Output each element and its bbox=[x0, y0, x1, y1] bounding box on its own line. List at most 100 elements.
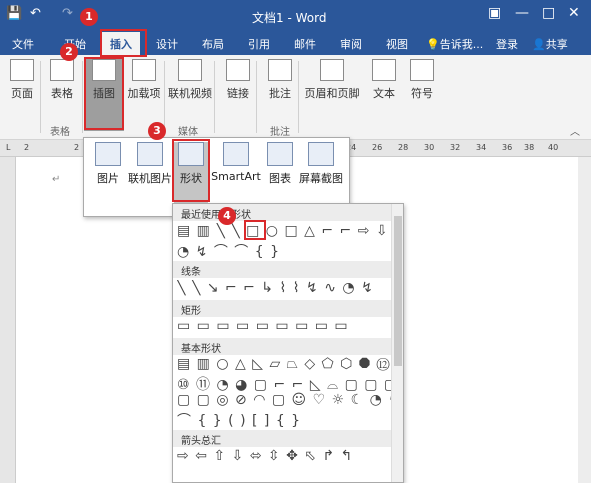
user-icon: 👤 bbox=[532, 38, 546, 51]
comment-button[interactable]: 批注 bbox=[260, 59, 300, 101]
share-button[interactable]: 👤共享 bbox=[532, 36, 568, 52]
section-basic-shapes: 基本形状 bbox=[173, 338, 393, 355]
pictures-button[interactable]: 图片 bbox=[90, 142, 126, 186]
arrows-row[interactable]: ⇨ ⇦ ⇧ ⇩ ⬄ ⇳ ✥ ⬁ ↱ ↰ bbox=[177, 448, 391, 466]
link-label: 链接 bbox=[227, 87, 249, 100]
link-button[interactable]: 链接 bbox=[218, 59, 258, 101]
smartart-button[interactable]: SmartArt bbox=[210, 142, 262, 183]
highlight-box-insert-tab bbox=[100, 29, 147, 57]
highlight-box-shapes bbox=[172, 139, 210, 202]
video-icon bbox=[178, 59, 202, 81]
tab-layout[interactable]: 布局 bbox=[202, 36, 224, 52]
basic-shapes-row[interactable]: ▢ ▢ ◎ ⊘ ◠ ▢ ☺ ♡ ☼ ☾ ◔ ↯ bbox=[177, 392, 391, 410]
ruler-tick: 36 bbox=[502, 143, 513, 152]
link-icon bbox=[226, 59, 250, 81]
share-label: 共享 bbox=[545, 38, 568, 51]
picture-icon bbox=[95, 142, 121, 166]
gallery-scrollbar[interactable] bbox=[391, 204, 403, 482]
redo-button[interactable]: ↷ bbox=[62, 6, 73, 21]
basic-shapes-row[interactable]: ▤ ▥ ○ △ ◺ ▱ ⏢ ◇ ⬠ ⬡ ⯃ ⑫ bbox=[177, 356, 391, 374]
save-icon[interactable]: 💾 bbox=[6, 6, 22, 21]
text-button[interactable]: 文本 bbox=[364, 59, 404, 101]
step-badge-4: 4 bbox=[218, 207, 236, 225]
online-pictures-label: 联机图片 bbox=[128, 172, 172, 185]
tab-stop-icon[interactable]: L bbox=[6, 143, 10, 152]
basic-shapes-row[interactable]: ⑩ ⑪ ◔ ◕ ▢ ⌐ ⌐ ◺ ⌓ ▢ ▢ ▢ bbox=[177, 374, 391, 392]
tab-review[interactable]: 审阅 bbox=[340, 36, 362, 52]
vertical-ruler bbox=[0, 157, 16, 483]
group-divider bbox=[40, 61, 41, 133]
pages-button[interactable]: 页面 bbox=[2, 59, 42, 101]
section-rectangles: 矩形 bbox=[173, 300, 393, 317]
group-label-comment: 批注 bbox=[270, 127, 290, 138]
group-label-media: 媒体 bbox=[178, 127, 198, 138]
addins-button[interactable]: 加载项 bbox=[124, 59, 164, 101]
tab-view[interactable]: 视图 bbox=[386, 36, 408, 52]
online-video-button[interactable]: 联机视频 bbox=[168, 59, 212, 101]
tell-me-box[interactable]: 💡告诉我... bbox=[426, 36, 483, 52]
online-pictures-button[interactable]: 联机图片 bbox=[126, 142, 174, 186]
table-label: 表格 bbox=[51, 87, 73, 100]
chart-button[interactable]: 图表 bbox=[264, 142, 296, 186]
login-link[interactable]: 登录 bbox=[496, 36, 518, 52]
section-block-arrows: 箭头总汇 bbox=[173, 430, 393, 447]
table-button[interactable]: 表格 bbox=[42, 59, 82, 101]
ruler-tick: 34 bbox=[476, 143, 487, 152]
group-divider bbox=[256, 61, 257, 133]
header-footer-icon bbox=[320, 59, 344, 81]
tab-file[interactable]: 文件 bbox=[12, 36, 34, 52]
lines-row[interactable]: ╲ ╲ ↘ ⌐ ⌐ ↳ ⌇ ⌇ ↯ ∿ ◔ ↯ bbox=[177, 280, 391, 298]
vertical-scrollbar[interactable] bbox=[578, 157, 591, 483]
recent-shapes-row[interactable]: ▤ ▥ ╲ ╲ □ ○ □ △ ⌐ ⌐ ⇨ ⇩ bbox=[177, 223, 391, 241]
tab-mailings[interactable]: 邮件 bbox=[294, 36, 316, 52]
minimize-button[interactable]: — bbox=[515, 5, 529, 21]
shapes-gallery: 最近使用的形状 ▤ ▥ ╲ ╲ □ ○ □ △ ⌐ ⌐ ⇨ ⇩ ◔ ↯ ⌒ ⌒ … bbox=[172, 203, 404, 483]
symbol-label: 符号 bbox=[411, 87, 433, 100]
highlight-box-rectangle-shape bbox=[244, 220, 266, 240]
step-badge-3: 3 bbox=[148, 122, 166, 140]
tab-references[interactable]: 引用 bbox=[248, 36, 270, 52]
chart-icon bbox=[267, 142, 293, 166]
screenshot-button[interactable]: 屏幕截图 bbox=[296, 142, 346, 186]
ruler-tick: 38 bbox=[524, 143, 535, 152]
lightbulb-icon: 💡 bbox=[426, 38, 440, 51]
group-divider bbox=[214, 61, 215, 133]
group-divider bbox=[298, 61, 299, 133]
step-badge-2: 2 bbox=[60, 43, 78, 61]
screenshot-label: 屏幕截图 bbox=[299, 172, 343, 185]
section-recent-shapes: 最近使用的形状 bbox=[173, 204, 393, 221]
omega-icon bbox=[410, 59, 434, 81]
window-title: 文档1 - Word bbox=[252, 11, 327, 25]
comment-label: 批注 bbox=[269, 87, 291, 100]
rectangles-row[interactable]: ▭ ▭ ▭ ▭ ▭ ▭ ▭ ▭ ▭ bbox=[177, 318, 391, 336]
text-label: 文本 bbox=[373, 87, 395, 100]
maximize-button[interactable]: □ bbox=[542, 5, 555, 21]
tell-me-label: 告诉我... bbox=[439, 38, 484, 51]
online-picture-icon bbox=[137, 142, 163, 166]
ruler-tick: 2 bbox=[24, 143, 30, 152]
undo-button[interactable]: ↶ bbox=[30, 6, 41, 21]
recent-shapes-row[interactable]: ◔ ↯ ⌒ ⌒ { } bbox=[177, 241, 391, 259]
camera-icon bbox=[308, 142, 334, 166]
ruler-tick: 2 bbox=[74, 143, 80, 152]
highlight-box-illustrations bbox=[84, 57, 124, 130]
ruler-tick: 26 bbox=[372, 143, 383, 152]
ribbon-options-icon[interactable]: ▣ bbox=[488, 5, 501, 21]
ruler-tick: 32 bbox=[450, 143, 461, 152]
header-footer-label: 页眉和页脚 bbox=[304, 87, 360, 100]
header-footer-button[interactable]: 页眉和页脚 bbox=[302, 59, 362, 101]
basic-shapes-row[interactable]: ⌒ { } ( ) [ ] { } bbox=[177, 410, 391, 428]
collapse-ribbon-icon[interactable]: ︿ bbox=[570, 123, 580, 138]
close-button[interactable]: ✕ bbox=[568, 5, 580, 21]
ruler-tick: 30 bbox=[424, 143, 435, 152]
symbol-button[interactable]: 符号 bbox=[402, 59, 442, 101]
group-divider bbox=[164, 61, 165, 133]
tab-design[interactable]: 设计 bbox=[156, 36, 178, 52]
comment-icon bbox=[268, 59, 292, 81]
smartart-icon bbox=[223, 142, 249, 166]
text-icon bbox=[372, 59, 396, 81]
scroll-thumb[interactable] bbox=[394, 216, 402, 366]
addins-icon bbox=[132, 59, 156, 81]
section-lines: 线条 bbox=[173, 261, 393, 278]
chart-label: 图表 bbox=[269, 172, 291, 185]
